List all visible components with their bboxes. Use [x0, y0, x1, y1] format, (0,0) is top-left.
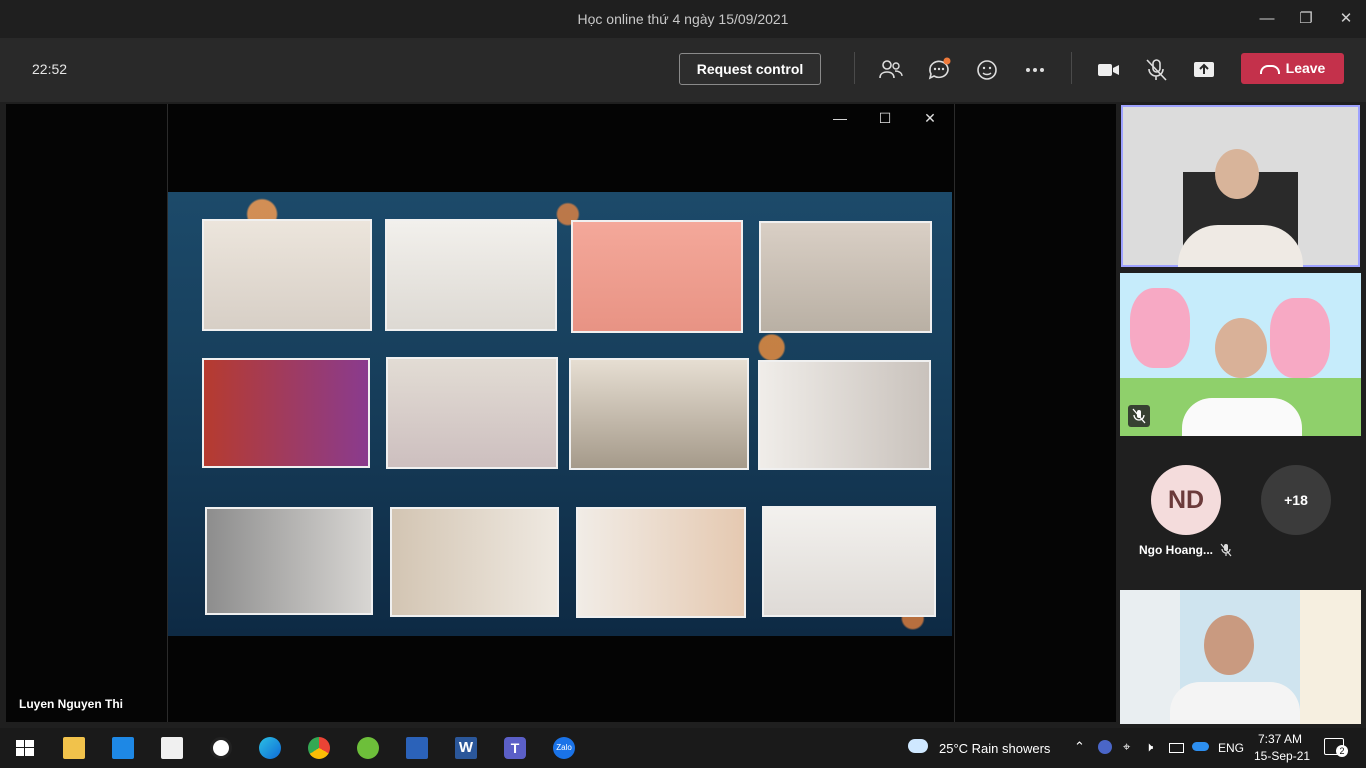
teams-icon[interactable]: T: [504, 737, 526, 759]
meeting-toolbar: 22:52 Request control Leave: [0, 38, 1366, 102]
participant-face: [1204, 615, 1254, 675]
notification-count: 2: [1336, 745, 1348, 757]
video-tile: [390, 507, 559, 617]
video-tile: [205, 507, 373, 615]
more-participants-button[interactable]: +18: [1261, 465, 1331, 535]
word-icon[interactable]: W: [455, 737, 477, 759]
meeting-timer: 22:52: [32, 61, 68, 77]
video-tile: [576, 507, 746, 618]
windows-start-icon[interactable]: [14, 737, 36, 759]
window-title: Học online thứ 4 ngày 15/09/2021: [577, 11, 789, 27]
file-explorer-icon[interactable]: [63, 737, 85, 759]
participant-video[interactable]: [1120, 273, 1361, 436]
video-tile: [202, 219, 372, 331]
video-background: [1130, 288, 1190, 368]
camera-icon[interactable]: [1095, 57, 1121, 83]
video-tile: [202, 358, 370, 468]
mic-muted-icon[interactable]: [1143, 57, 1169, 83]
request-control-button[interactable]: Request control: [679, 53, 821, 85]
shared-close-icon: ✕: [924, 110, 936, 126]
minimize-icon[interactable]: —: [1252, 6, 1282, 32]
participant-face: [1215, 318, 1267, 378]
participant-face: [1215, 149, 1259, 199]
weather-cloud-icon: [908, 739, 928, 753]
battery-icon[interactable]: [1169, 743, 1184, 753]
chat-icon[interactable]: [926, 57, 952, 83]
participant-name: Ngo Hoang...: [1139, 543, 1213, 557]
video-background: [1300, 590, 1361, 724]
participants-icon[interactable]: [878, 57, 904, 83]
zalo-icon[interactable]: Zalo: [553, 737, 575, 759]
tray-app-icon[interactable]: [1098, 740, 1112, 754]
video-background: [1270, 298, 1330, 378]
coccoc-icon[interactable]: [357, 737, 379, 759]
video-tile: [386, 357, 558, 469]
toolbar-divider: [1071, 52, 1072, 84]
participant-avatar[interactable]: ND: [1151, 465, 1221, 535]
chevron-up-icon[interactable]: ⌃: [1074, 739, 1085, 755]
participant-body: [1170, 682, 1300, 724]
video-tile: [759, 221, 932, 333]
store-icon[interactable]: [161, 737, 183, 759]
onedrive-icon[interactable]: [1192, 742, 1209, 751]
video-tile: [569, 358, 749, 470]
raise-hand-icon[interactable]: [974, 57, 1000, 83]
participant-muted-icon: [1220, 543, 1232, 557]
participant-video[interactable]: [1120, 590, 1361, 724]
language-indicator[interactable]: ENG: [1218, 741, 1244, 755]
share-screen-icon[interactable]: [1191, 57, 1217, 83]
video-tile: [758, 360, 931, 470]
video-tile: [385, 219, 557, 331]
wifi-icon[interactable]: ⌖: [1123, 739, 1130, 755]
chrome-icon[interactable]: [308, 737, 330, 759]
leave-button[interactable]: Leave: [1241, 53, 1344, 84]
shared-video-collage: [168, 192, 952, 636]
more-options-icon[interactable]: [1022, 57, 1048, 83]
shared-maximize-icon: ☐: [878, 110, 892, 126]
weather-text[interactable]: 25°C Rain showers: [939, 741, 1050, 756]
leave-label: Leave: [1285, 60, 1326, 76]
close-icon[interactable]: ✕: [1331, 6, 1361, 32]
video-tile: [571, 220, 743, 333]
clock-date[interactable]: 15-Sep-21: [1254, 749, 1310, 763]
app-icon[interactable]: [210, 737, 232, 759]
participant-body: [1178, 225, 1303, 267]
toolbar-divider: [854, 52, 855, 84]
mail-icon[interactable]: [112, 737, 134, 759]
participant-body: [1182, 398, 1302, 436]
speaker-name: Luyen Nguyen Thi: [19, 697, 124, 711]
hang-up-icon: [1259, 64, 1280, 74]
muted-mic-icon: [1128, 405, 1150, 427]
windows-taskbar: W T Zalo 25°C Rain showers ⌃ ⌖ 🕨 ENG 7:3…: [0, 728, 1366, 768]
title-bar: Học online thứ 4 ngày 15/09/2021 — ❐ ✕: [0, 0, 1366, 38]
video-tile: [762, 506, 936, 617]
shared-minimize-icon: —: [833, 110, 847, 126]
restore-icon[interactable]: ❐: [1291, 6, 1321, 32]
edge-icon[interactable]: [259, 737, 281, 759]
volume-icon[interactable]: 🕨: [1145, 739, 1153, 755]
participant-video-active[interactable]: [1121, 105, 1360, 267]
document-app-icon[interactable]: [406, 737, 428, 759]
clock-time[interactable]: 7:37 AM: [1258, 732, 1302, 746]
